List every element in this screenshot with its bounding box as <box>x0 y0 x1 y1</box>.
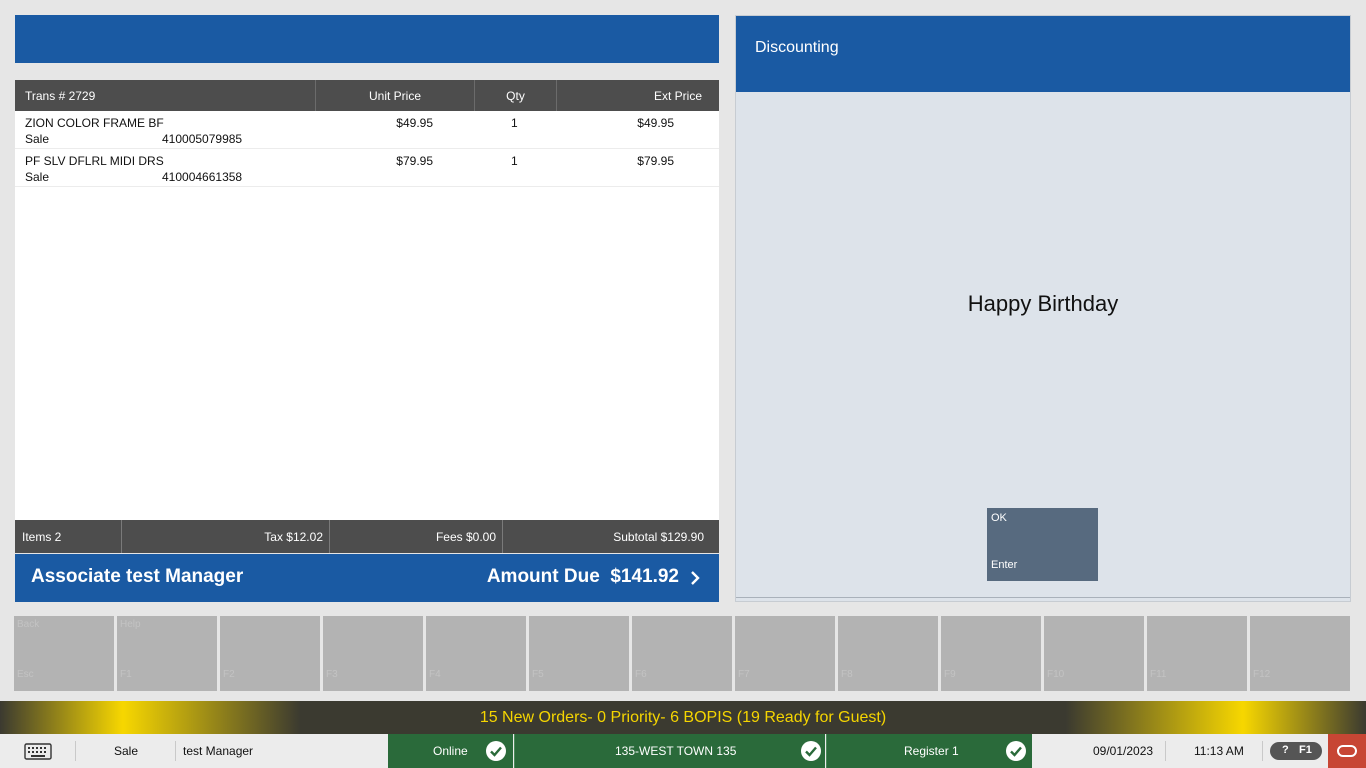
user-label: test Manager <box>183 744 254 758</box>
fkey-f10[interactable]: F10 <box>1044 616 1144 691</box>
divider <box>75 741 76 761</box>
fkey-key: F9 <box>944 669 956 680</box>
oracle-logo-icon <box>1337 745 1357 757</box>
fkey-key: F12 <box>1253 669 1271 680</box>
item-description: PF SLV DFLRL MIDI DRS <box>25 154 164 168</box>
function-key-row: Back Esc Help F1 F2 F3 F4 F5 F6 F7 F8 F9 F… <box>14 616 1352 691</box>
ok-button-key: Enter <box>991 559 1018 571</box>
online-label: Online <box>433 744 468 758</box>
fkey-label: Help <box>120 619 141 630</box>
order-notification-bar[interactable]: 15 New Orders- 0 Priority- 6 BOPIS (19 R… <box>0 701 1366 734</box>
discount-panel: Discounting Happy Birthday OK Enter <box>735 15 1351 602</box>
fkey-key: F8 <box>841 669 853 680</box>
fkey-f1[interactable]: Help F1 <box>117 616 217 691</box>
fkey-f7[interactable]: F7 <box>735 616 835 691</box>
check-circle-icon <box>1006 741 1026 761</box>
associate-label: Associate test Manager <box>31 566 244 587</box>
item-qty: 1 <box>511 154 518 168</box>
fkey-f12[interactable]: F12 <box>1250 616 1350 691</box>
fkey-f2[interactable]: F2 <box>220 616 320 691</box>
date-label: 09/01/2023 <box>1093 744 1154 758</box>
item-description: ZION COLOR FRAME BF <box>25 116 164 130</box>
store-label: 135-WEST TOWN 135 <box>615 744 737 758</box>
table-row[interactable]: PF SLV DFLRL MIDI DRS Sale 410004661358 … <box>15 149 719 187</box>
item-sku: 410005079985 <box>162 132 243 146</box>
time-label: 11:13 AM <box>1194 744 1244 758</box>
fkey-f8[interactable]: F8 <box>838 616 938 691</box>
keyboard-icon <box>24 743 52 760</box>
fkey-key: F4 <box>429 669 441 680</box>
divider <box>1262 741 1263 761</box>
help-icon: ? <box>1282 744 1289 756</box>
table-row[interactable]: ZION COLOR FRAME BF Sale 410005079985 $4… <box>15 111 719 149</box>
item-type: Sale <box>25 170 50 184</box>
column-ext-price: Ext Price <box>653 88 702 103</box>
item-unit-price: $79.95 <box>396 154 433 168</box>
subtotal: Subtotal $129.90 <box>613 529 704 544</box>
status-bar: Sale test Manager Online 135-WEST TOWN 1… <box>0 734 1366 768</box>
amount-due: Amount Due $141.92 <box>486 566 679 587</box>
fkey-key: F11 <box>1150 669 1167 680</box>
column-trans-number: Trans # 2729 <box>15 80 316 111</box>
fkey-key: F6 <box>635 669 647 680</box>
item-unit-price: $49.95 <box>396 116 433 130</box>
fkey-key: F5 <box>532 669 544 680</box>
divider <box>175 741 176 761</box>
column-unit-price: Unit Price <box>316 80 475 111</box>
item-ext-price: $79.95 <box>637 154 674 168</box>
fkey-f3[interactable]: F3 <box>323 616 423 691</box>
mode-label: Sale <box>114 744 139 758</box>
table-header: Trans # 2729 Unit Price Qty Ext Price <box>15 80 719 111</box>
divider <box>736 597 1350 598</box>
oracle-logo-button[interactable] <box>1328 734 1366 768</box>
fkey-label: Back <box>17 619 40 630</box>
fkey-f5[interactable]: F5 <box>529 616 629 691</box>
item-qty: 1 <box>511 116 518 130</box>
fkey-key: Esc <box>17 669 34 680</box>
transaction-panel: Trans # 2729 Unit Price Qty Ext Price ZI… <box>15 15 719 602</box>
check-circle-icon <box>801 741 821 761</box>
fkey-f11[interactable]: F11 <box>1147 616 1247 691</box>
amount-due-button[interactable]: Associate test Manager Amount Due $141.9… <box>15 554 719 602</box>
discount-message: Happy Birthday <box>967 291 1119 316</box>
fkey-key: F3 <box>326 669 338 680</box>
fkey-key: F7 <box>738 669 750 680</box>
store-status[interactable]: 135-WEST TOWN 135 <box>514 734 825 768</box>
fkey-key: F2 <box>223 669 235 680</box>
help-button[interactable]: ? F1 <box>1270 742 1322 760</box>
fees-total: Fees $0.00 <box>330 520 503 553</box>
totals-bar: Items 2 Tax $12.02 Fees $0.00 Subtotal $… <box>15 520 719 553</box>
fkey-f6[interactable]: F6 <box>632 616 732 691</box>
help-key: F1 <box>1299 744 1312 756</box>
transaction-table: Trans # 2729 Unit Price Qty Ext Price ZI… <box>15 80 719 535</box>
item-sku: 410004661358 <box>162 170 243 184</box>
fkey-key: F1 <box>120 669 132 680</box>
online-status[interactable]: Online <box>388 734 513 768</box>
item-ext-price: $49.95 <box>637 116 674 130</box>
column-qty: Qty <box>475 80 557 111</box>
register-label: Register 1 <box>904 744 959 758</box>
item-type: Sale <box>25 132 50 146</box>
items-count: Items 2 <box>15 520 122 553</box>
fkey-f4[interactable]: F4 <box>426 616 526 691</box>
ok-button-label: OK <box>991 512 1007 524</box>
check-circle-icon <box>486 741 506 761</box>
register-status[interactable]: Register 1 <box>826 734 1032 768</box>
transaction-header-bar <box>15 15 719 63</box>
keyboard-button[interactable] <box>24 734 54 768</box>
tax-total: Tax $12.02 <box>122 520 330 553</box>
divider <box>1165 741 1166 761</box>
chevron-right-icon <box>691 571 700 585</box>
fkey-esc[interactable]: Back Esc <box>14 616 114 691</box>
fkey-key: F10 <box>1047 669 1065 680</box>
discount-panel-title: Discounting <box>736 16 1350 92</box>
ok-button[interactable]: OK Enter <box>987 508 1098 581</box>
fkey-f9[interactable]: F9 <box>941 616 1041 691</box>
